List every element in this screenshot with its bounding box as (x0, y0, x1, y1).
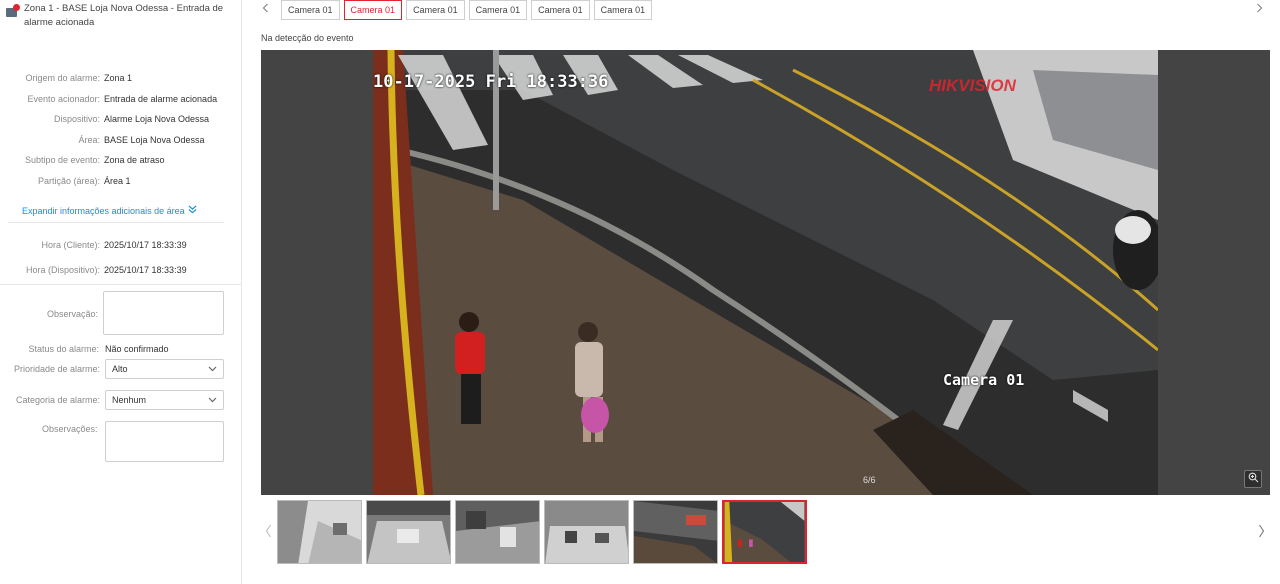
divider (0, 284, 241, 285)
tab-camera-1[interactable]: Camera 01 (281, 0, 340, 20)
zoom-icon (1248, 472, 1259, 486)
osd-brand-watermark: HIKVISION (929, 76, 1016, 95)
alarm-icon (6, 4, 20, 18)
info-label: Partição (área): (37, 175, 100, 186)
status-value: Não confirmado (105, 344, 169, 354)
category-select[interactable]: Nenhum (105, 390, 224, 410)
info-row-partition: Partição (área): Área 1 (0, 171, 242, 192)
priority-select[interactable]: Alto (105, 359, 224, 379)
status-label: Status do alarme: (28, 344, 99, 354)
thumbnail-5[interactable] (633, 500, 718, 564)
info-row-area: Área: BASE Loja Nova Odessa (0, 130, 242, 151)
tabs-prev-button[interactable] (262, 3, 269, 16)
camera-tabs: Camera 01 Camera 01 Camera 01 Camera 01 … (281, 0, 653, 20)
info-label: Subtipo de evento: (24, 155, 100, 166)
info-label: Evento acionador: (27, 93, 100, 104)
thumbnail-strip (277, 500, 807, 564)
tab-camera-3[interactable]: Camera 01 (406, 0, 465, 20)
time-label: Hora (Dispositivo): (25, 264, 100, 275)
info-label: Área: (78, 134, 100, 145)
time-value: 2025/10/17 18:33:39 (104, 239, 187, 250)
zoom-button[interactable] (1244, 470, 1262, 488)
street-scene (373, 50, 1158, 495)
alarm-info-list: Origem do alarme: Zona 1 Evento acionador… (0, 68, 242, 191)
chevron-left-icon (262, 3, 269, 16)
info-value: Área 1 (104, 175, 131, 186)
expand-area-info-link[interactable]: Expandir informações adicionais de área (22, 205, 197, 217)
info-row-trigger: Evento acionador: Entrada de alarme acion… (0, 89, 242, 110)
info-value: Zona 1 (104, 73, 133, 84)
info-label: Origem do alarme: (25, 73, 100, 84)
category-row: Categoria de alarme: Nenhum (0, 390, 242, 410)
image-counter: 6/6 (863, 475, 876, 485)
info-label: Dispositivo: (53, 114, 100, 125)
notes-label: Observações: (42, 424, 98, 434)
chevron-down-icon (208, 364, 217, 374)
info-row-subtype: Subtipo de evento: Zona de atraso (0, 150, 242, 171)
info-value: Alarme Loja Nova Odessa (104, 114, 210, 125)
category-value: Nenhum (112, 395, 147, 405)
chevron-right-icon (1258, 524, 1265, 541)
observation-textarea[interactable] (103, 291, 224, 335)
thumbnail-6[interactable] (722, 500, 807, 564)
time-row-device: Hora (Dispositivo): 2025/10/17 18:33:39 (0, 257, 242, 282)
alarm-times: Hora (Cliente): 2025/10/17 18:33:39 Hora … (0, 232, 242, 282)
thumbnail-2[interactable] (366, 500, 451, 564)
time-row-client: Hora (Cliente): 2025/10/17 18:33:39 (0, 232, 242, 257)
priority-row: Prioridade de alarme: Alto (0, 359, 242, 379)
alarm-header: Zona 1 - BASE Loja Nova Odessa - Entrada… (6, 2, 236, 30)
time-label: Hora (Cliente): (41, 239, 100, 250)
priority-label: Prioridade de alarme: (13, 364, 100, 374)
info-row-origin: Origem do alarme: Zona 1 (0, 68, 242, 89)
time-value: 2025/10/17 18:33:39 (104, 264, 187, 275)
thumbnail-3[interactable] (455, 500, 540, 564)
video-viewer[interactable]: 10-17-2025 Fri 18:33:36 HIKVISION Camera… (261, 50, 1270, 495)
tab-camera-2[interactable]: Camera 01 (343, 0, 403, 20)
thumbnail-1[interactable] (277, 500, 362, 564)
alarm-status-row: Status do alarme: Não confirmado (0, 344, 242, 354)
tabs-next-button[interactable] (1256, 3, 1263, 16)
thumbs-next-button[interactable] (1258, 524, 1265, 541)
osd-camera-name: Camera 01 (943, 371, 1025, 389)
info-value: Zona de atraso (104, 155, 165, 166)
camera-snapshot: 10-17-2025 Fri 18:33:36 HIKVISION Camera… (373, 50, 1158, 495)
alarm-details-panel: Zona 1 - BASE Loja Nova Odessa - Entrada… (0, 0, 242, 584)
tab-camera-5[interactable]: Camera 01 (531, 0, 590, 20)
osd-timestamp: 10-17-2025 Fri 18:33:36 (373, 72, 609, 92)
priority-value: Alto (112, 364, 128, 374)
expand-label: Expandir informações adicionais de área (22, 206, 185, 216)
chevron-left-icon (265, 524, 272, 541)
category-label: Categoria de alarme: (15, 395, 100, 405)
chevron-right-icon (1256, 3, 1263, 16)
info-value: BASE Loja Nova Odessa (104, 134, 205, 145)
info-row-device: Dispositivo: Alarme Loja Nova Odessa (0, 109, 242, 130)
thumbnail-4[interactable] (544, 500, 629, 564)
alarm-title: Zona 1 - BASE Loja Nova Odessa - Entrada… (24, 3, 224, 28)
tab-camera-6[interactable]: Camera 01 (593, 0, 653, 20)
observation-label: Observação: (47, 309, 99, 319)
divider (8, 222, 224, 223)
thumbs-prev-button[interactable] (265, 524, 272, 541)
chevron-double-down-icon (188, 205, 197, 217)
chevron-down-icon (208, 395, 217, 405)
viewer-caption: Na detecção do evento (261, 33, 354, 43)
info-value: Entrada de alarme acionada (104, 93, 218, 104)
tab-camera-4[interactable]: Camera 01 (468, 0, 528, 20)
notes-textarea[interactable] (105, 421, 224, 462)
